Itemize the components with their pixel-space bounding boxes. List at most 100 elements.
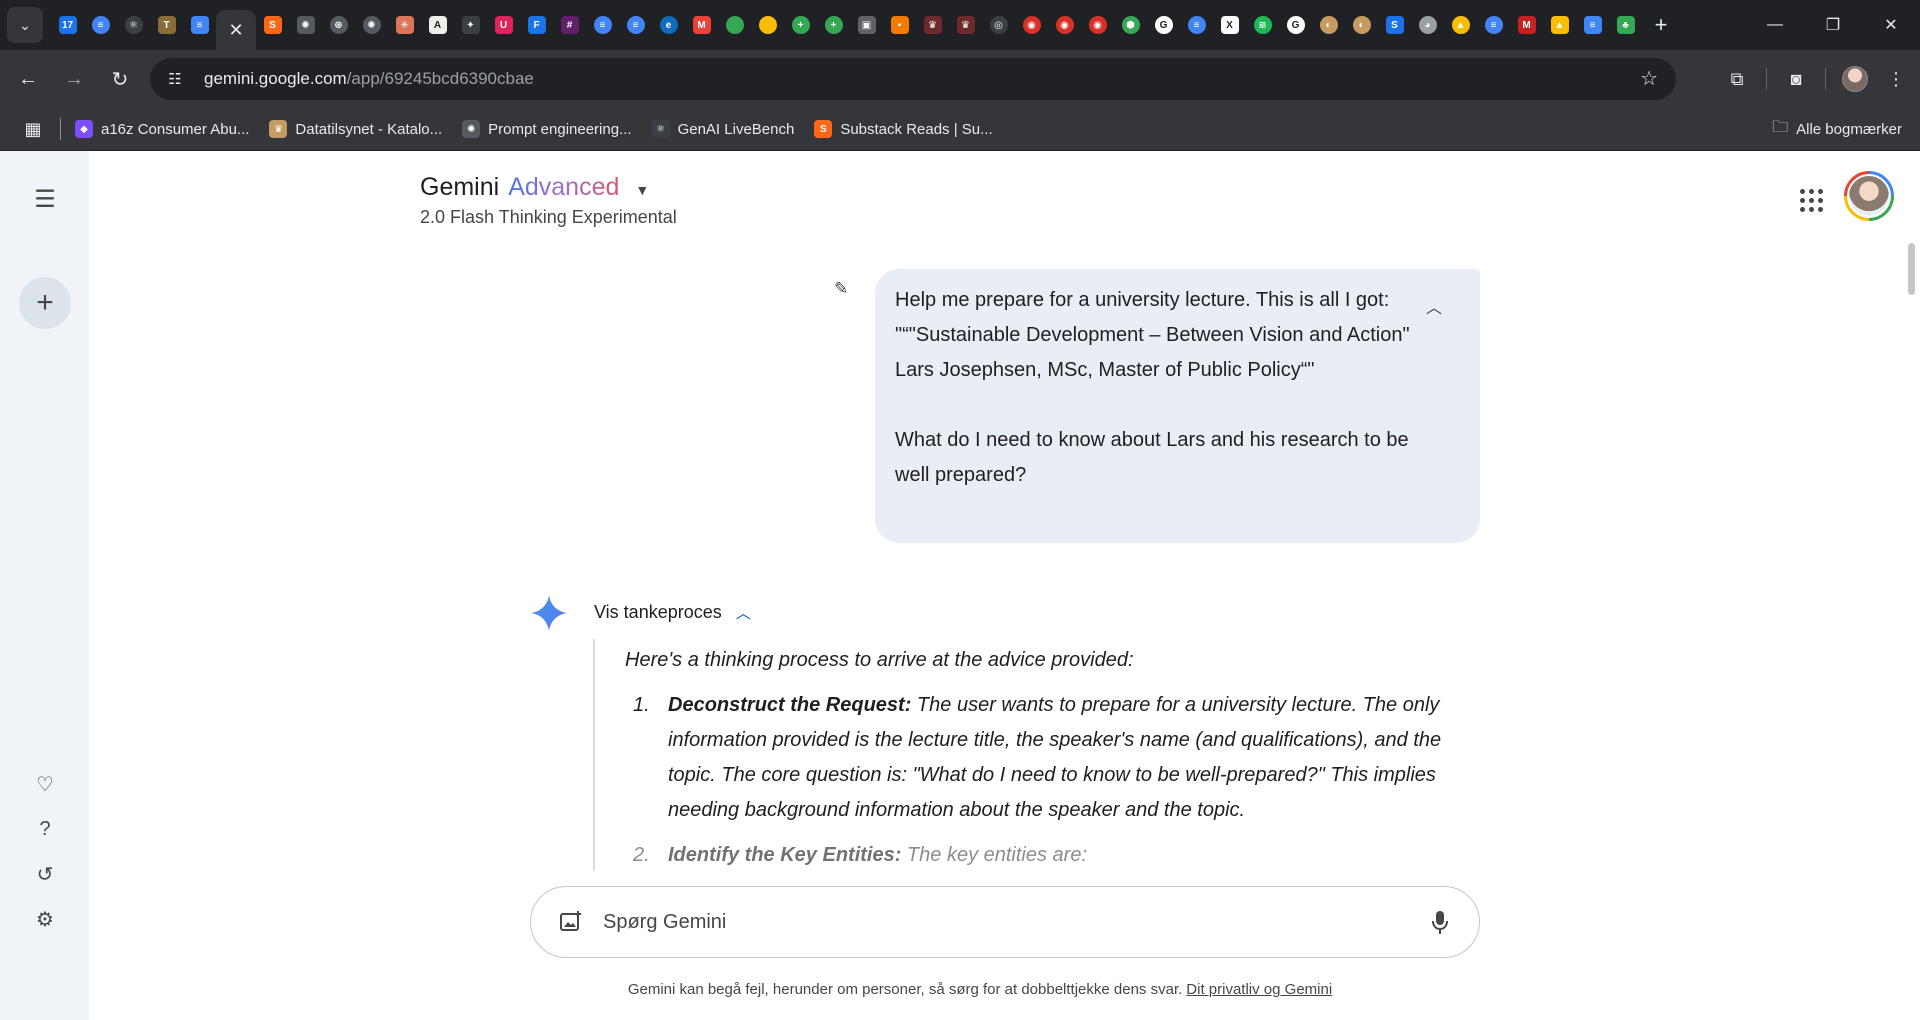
browser-tab[interactable]: ⊛ (322, 5, 355, 45)
browser-tab[interactable]: F (520, 5, 553, 45)
all-bookmarks-button[interactable]: 🗀 Alle bogmærker (1772, 108, 1902, 151)
browser-tab[interactable]: ≡ (619, 5, 652, 45)
browser-tab[interactable]: ◉ (1048, 5, 1081, 45)
show-thinking-toggle[interactable]: Vis tankeproces ︿ (594, 602, 751, 623)
tab-strip: ⌄ 17 ≡ ⚛ T ≡ ✕ S ✺ ⊛ ✺ ✳ A ✦ U F # ≡ ≡ e M + + ▣ ▪ ♛ ♛ ◎ ◉ ◉ ◉ ⬢ G ≡ X ≋ G ◐… (0, 0, 1920, 50)
site-info-button[interactable]: ☷ (160, 64, 190, 94)
prompt-input[interactable] (603, 910, 1383, 934)
reload-button[interactable]: ↻ (102, 61, 138, 97)
browser-tab[interactable]: ≡ (1576, 5, 1609, 45)
browser-tab[interactable]: G (1147, 5, 1180, 45)
gear-icon: ⚙ (36, 908, 54, 931)
step-text: The key entities are: (901, 844, 1088, 866)
upload-image-button[interactable] (557, 908, 585, 936)
back-button[interactable]: ← (10, 61, 46, 97)
browser-tab[interactable]: U (487, 5, 520, 45)
browser-tab[interactable]: ♣ (1609, 5, 1642, 45)
browser-tab[interactable]: + (784, 5, 817, 45)
activity-button[interactable]: ↺ (30, 859, 60, 889)
chevron-down-icon: ⌄ (19, 16, 31, 33)
browser-tab[interactable]: ✺ (289, 5, 322, 45)
browser-tab[interactable]: ≡ (586, 5, 619, 45)
browser-tab[interactable]: A (421, 5, 454, 45)
browser-tab[interactable]: M (685, 5, 718, 45)
profile-button[interactable] (1832, 61, 1878, 97)
browser-tab[interactable]: ⚛ (117, 5, 150, 45)
active-tab[interactable]: ✕ (216, 10, 256, 50)
browser-tab[interactable]: ▲ (1543, 5, 1576, 45)
browser-tab[interactable]: S (256, 5, 289, 45)
browser-tab[interactable] (718, 5, 751, 45)
bookmark-item[interactable]: S Substack Reads | Su... (814, 120, 993, 138)
browser-menu-button[interactable]: ⋮ (1878, 61, 1914, 97)
browser-tab[interactable]: e (652, 5, 685, 45)
url-host: gemini.google.com (204, 69, 347, 88)
bookmark-item[interactable]: ⚛ GenAI LiveBench (651, 120, 794, 138)
browser-tab[interactable]: ≡ (1477, 5, 1510, 45)
bookmark-item[interactable]: ◆ a16z Consumer Abu... (75, 120, 249, 138)
browser-tab[interactable]: ♛ (916, 5, 949, 45)
help-button[interactable]: ? (30, 814, 60, 844)
browser-tab[interactable]: ◐ (1345, 5, 1378, 45)
gems-button[interactable]: ♡ (30, 769, 60, 799)
browser-tab[interactable]: S (1378, 5, 1411, 45)
bookmark-item[interactable]: ✺ Prompt engineering... (462, 120, 632, 138)
model-switcher[interactable]: Gemini Advanced ▼ (420, 173, 649, 202)
browser-tab[interactable]: G (1279, 5, 1312, 45)
browser-tab[interactable]: ▣ (850, 5, 883, 45)
browser-tab[interactable]: 17 (51, 5, 84, 45)
browser-tab[interactable]: ⬢ (1114, 5, 1147, 45)
browser-tab[interactable]: ▲ (1444, 5, 1477, 45)
edit-prompt-button[interactable]: ✎ (834, 279, 848, 299)
tab-search-button[interactable]: ⌄ (7, 7, 43, 43)
browser-tab[interactable]: ≡ (1180, 5, 1213, 45)
new-tab-button[interactable]: + (1644, 8, 1678, 42)
browser-tab[interactable]: ▪ (883, 5, 916, 45)
browser-tab[interactable]: X (1213, 5, 1246, 45)
google-apps-button[interactable] (1796, 185, 1826, 215)
screenshot-button[interactable]: ◙ (1773, 61, 1819, 97)
microphone-button[interactable] (1427, 909, 1453, 937)
bookmark-item[interactable]: ♛ Datatilsynet - Katalo... (269, 120, 442, 138)
circle-tab-icon: ◎ (989, 16, 1008, 34)
privacy-link[interactable]: Dit privatliv og Gemini (1186, 981, 1332, 998)
browser-tab[interactable]: ≡ (183, 5, 216, 45)
browser-tab[interactable]: + (817, 5, 850, 45)
browser-tab[interactable]: ◉ (1081, 5, 1114, 45)
browser-tab[interactable]: ✺ (355, 5, 388, 45)
browser-tab[interactable]: ≋ (1246, 5, 1279, 45)
forward-button[interactable]: → (56, 61, 92, 97)
browser-tab[interactable] (751, 5, 784, 45)
extensions-button[interactable]: ⧉ (1714, 61, 1760, 97)
browser-tab[interactable]: ◎ (982, 5, 1015, 45)
collapse-message-button[interactable]: ︿ (1426, 291, 1442, 326)
apps-grid-icon: ▦ (24, 118, 42, 139)
address-bar[interactable]: ☷ gemini.google.com/app/69245bcd6390cbae… (150, 58, 1676, 100)
bookmark-star-button[interactable]: ☆ (1640, 66, 1658, 91)
close-tab-icon[interactable]: ✕ (228, 20, 243, 41)
browser-tab[interactable]: ✳ (388, 5, 421, 45)
restore-button[interactable]: ❐ (1804, 0, 1862, 50)
apps-shortcut[interactable]: ▦ (18, 119, 48, 140)
browser-tab[interactable]: ◕ (1411, 5, 1444, 45)
main-menu-button[interactable]: ☰ (30, 186, 60, 213)
browser-tab[interactable]: ≡ (84, 5, 117, 45)
scrollbar-thumb[interactable] (1908, 243, 1915, 295)
browser-tab[interactable]: M (1510, 5, 1543, 45)
tree-tab-icon: ♣ (1616, 16, 1635, 34)
settings-button[interactable]: ⚙ (30, 904, 60, 934)
browser-tab[interactable]: ◐ (1312, 5, 1345, 45)
browser-tab[interactable]: # (553, 5, 586, 45)
browser-tab[interactable]: T (150, 5, 183, 45)
url-text[interactable]: gemini.google.com/app/69245bcd6390cbae (204, 69, 534, 89)
new-chat-button[interactable]: + (19, 277, 71, 329)
browser-tab[interactable]: ✦ (454, 5, 487, 45)
close-window-button[interactable]: ✕ (1862, 0, 1920, 50)
tab-list: 17 ≡ ⚛ T ≡ ✕ S ✺ ⊛ ✺ ✳ A ✦ U F # ≡ ≡ e M + + ▣ ▪ ♛ ♛ ◎ ◉ ◉ ◉ ⬢ G ≡ X ≋ G ◐ ◐ S… (51, 0, 1642, 50)
thinking-step: 1. Deconstruct the Request: The user want… (625, 688, 1493, 828)
browser-tab[interactable]: ♛ (949, 5, 982, 45)
account-avatar-button[interactable] (1844, 171, 1894, 221)
minimize-button[interactable]: — (1746, 0, 1804, 50)
browser-tab[interactable]: ◉ (1015, 5, 1048, 45)
star-icon: ☆ (1640, 68, 1658, 90)
